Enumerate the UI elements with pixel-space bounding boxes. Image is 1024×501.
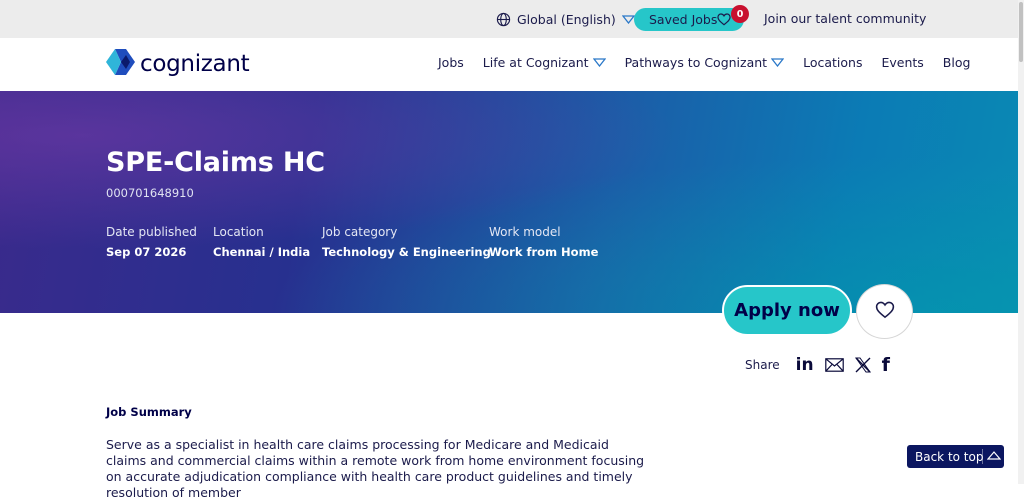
page-scrollbar[interactable] (1018, 0, 1024, 484)
language-selector[interactable]: Global (English) (496, 9, 635, 29)
share-row: Share in f (745, 354, 890, 376)
meta-value: Work from Home (489, 245, 599, 259)
saved-jobs-label: Saved Jobs (649, 12, 718, 27)
nav-links: Jobs Life at Cognizant Pathways to Cogni… (438, 55, 970, 70)
join-talent-community-link[interactable]: Join our talent community (764, 11, 926, 26)
back-to-top-button[interactable]: Back to top (907, 445, 1004, 468)
job-summary-heading: Job Summary (106, 405, 192, 419)
cognizant-logo-mark-icon (106, 49, 135, 79)
nav-item-label: Locations (803, 55, 863, 70)
nav-item-blog[interactable]: Blog (943, 55, 971, 70)
job-hero-banner: SPE-Claims HC 000701648910 Date publishe… (0, 91, 1018, 313)
facebook-icon[interactable]: f (882, 354, 890, 376)
brand-name: cognizant (140, 51, 250, 77)
job-id: 000701648910 (106, 186, 194, 200)
meta-job-category: Job category Technology & Engineering (322, 225, 491, 259)
saved-jobs-button[interactable]: Saved Jobs (634, 8, 744, 31)
meta-label: Date published (106, 225, 197, 239)
nav-item-jobs[interactable]: Jobs (438, 55, 464, 70)
divider (982, 449, 983, 464)
meta-label: Work model (489, 225, 561, 239)
nav-item-life-at-cognizant[interactable]: Life at Cognizant (483, 55, 606, 70)
meta-date-published: Date published Sep 07 2026 (106, 225, 197, 259)
save-job-button[interactable] (856, 284, 913, 339)
heart-icon (875, 301, 895, 323)
cognizant-logo[interactable]: cognizant (106, 49, 250, 79)
job-summary-text: Serve as a specialist in health care cla… (106, 437, 645, 500)
meta-value: Sep 07 2026 (106, 245, 187, 259)
scrollbar-thumb[interactable] (1019, 2, 1023, 62)
share-label: Share (745, 358, 780, 372)
hero-background (0, 91, 1018, 313)
chevron-down-icon (621, 14, 635, 24)
chevron-down-icon (770, 55, 785, 70)
meta-label: Location (213, 225, 264, 239)
x-icon[interactable] (854, 357, 871, 373)
nav-item-label: Events (881, 55, 924, 70)
nav-item-label: Jobs (438, 55, 464, 70)
utility-bar: Global (English) Saved Jobs 0 Join our t… (0, 0, 1018, 38)
nav-item-label: Blog (942, 55, 971, 70)
meta-value: Technology & Engineering (322, 245, 491, 259)
meta-location: Location Chennai / India (213, 225, 310, 259)
meta-label: Job category (322, 225, 398, 239)
back-to-top-label: Back to top (915, 449, 984, 464)
chevron-down-icon (592, 55, 606, 70)
main-navigation: cognizant Jobs Life at Cognizant Pathway… (0, 38, 1018, 91)
nav-item-label: Pathways to Cognizant (624, 55, 768, 70)
nav-item-events[interactable]: Events (881, 55, 923, 70)
nav-item-label: Life at Cognizant (482, 55, 589, 70)
chevron-up-icon (986, 450, 1002, 464)
heart-icon (717, 13, 731, 29)
nav-item-locations[interactable]: Locations (803, 55, 862, 70)
saved-jobs-count-badge: 0 (731, 5, 749, 23)
meta-value: Chennai / India (213, 245, 311, 259)
nav-item-pathways-to-cognizant[interactable]: Pathways to Cognizant (625, 55, 785, 70)
language-label: Global (English) (517, 11, 616, 27)
apply-now-button[interactable]: Apply now (722, 285, 852, 336)
job-title: SPE-Claims HC (106, 147, 325, 178)
email-icon[interactable] (824, 358, 844, 372)
globe-icon (496, 12, 511, 27)
meta-work-model: Work model Work from Home (489, 225, 598, 259)
linkedin-icon[interactable]: in (796, 355, 814, 375)
